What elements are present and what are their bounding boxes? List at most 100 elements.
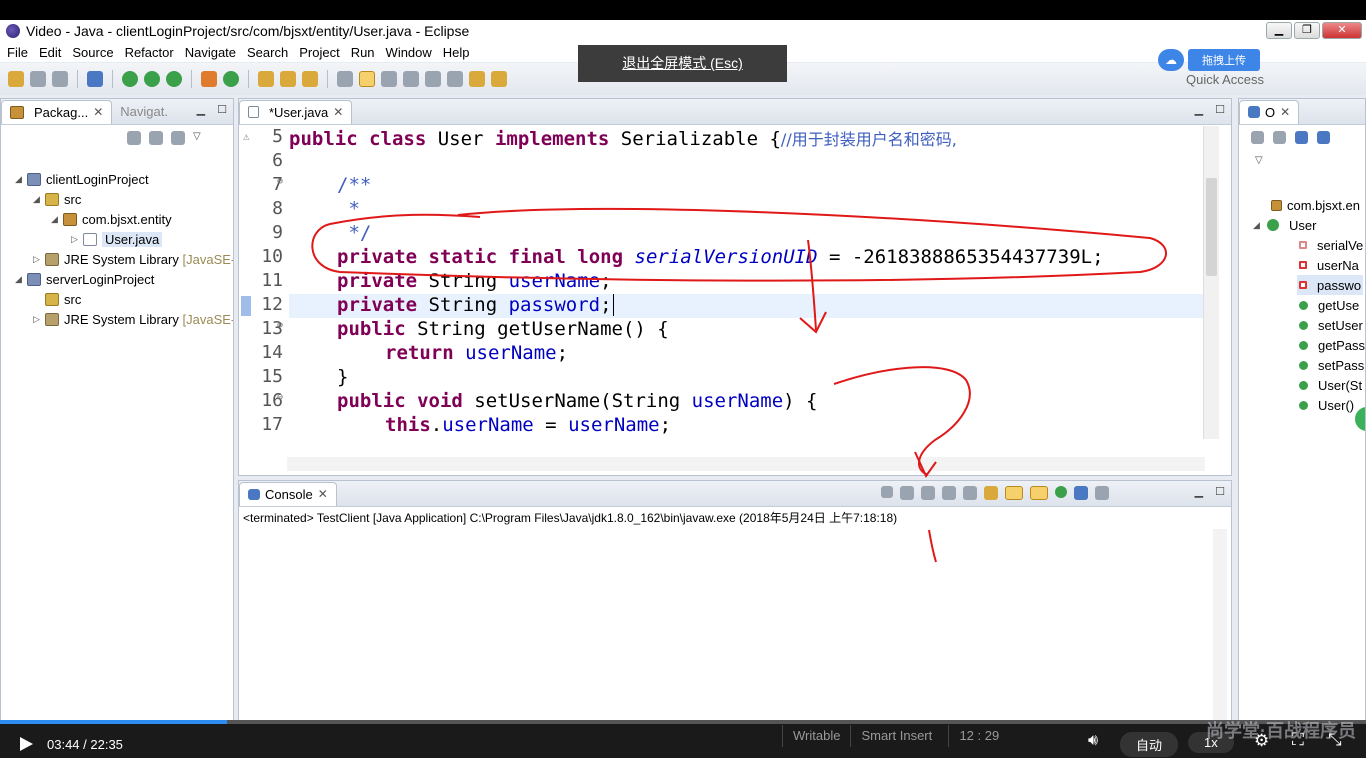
show-stderr-icon[interactable] — [1030, 486, 1048, 500]
tree-item-project[interactable]: ◢ clientLoginProject — [15, 169, 149, 189]
fold-toggle-icon[interactable]: ⊖ — [277, 392, 283, 403]
scroll-lock-icon[interactable] — [963, 486, 977, 500]
sort-icon[interactable] — [1273, 131, 1286, 144]
next-annotation-icon[interactable] — [469, 71, 485, 87]
pin-console-icon[interactable] — [1055, 486, 1067, 498]
prev-annotation-icon[interactable] — [491, 71, 507, 87]
minimize-icon[interactable]: ▁ — [1195, 485, 1203, 498]
tree-item-jre[interactable]: ▷ JRE System Library [JavaSE- — [33, 309, 233, 329]
outline-item-method[interactable]: getPass — [1299, 335, 1365, 355]
new-package-icon[interactable] — [201, 71, 217, 87]
close-icon[interactable]: ✕ — [333, 105, 343, 119]
maximize-icon[interactable]: ☐ — [1215, 103, 1225, 116]
outline-item-class[interactable]: ◢ User — [1253, 215, 1316, 235]
close-icon[interactable]: ✕ — [318, 487, 328, 501]
close-icon[interactable]: ✕ — [1280, 105, 1290, 119]
tab-console[interactable]: Console ✕ — [239, 481, 337, 506]
link-editor-icon[interactable] — [149, 131, 163, 145]
menu-edit[interactable]: Edit — [39, 45, 61, 60]
horizontal-scrollbar[interactable] — [287, 457, 1205, 471]
tree-item-project[interactable]: ◢ serverLoginProject — [15, 269, 154, 289]
tree-item-user-java[interactable]: ▷ User.java — [71, 229, 163, 249]
minimize-icon[interactable]: ▁ — [197, 103, 205, 116]
tree-item-package[interactable]: ◢ com.bjsxt.entity — [51, 209, 172, 229]
tree-item-src[interactable]: ◢ src — [33, 189, 81, 209]
open-console-icon[interactable] — [1095, 486, 1109, 500]
play-icon[interactable] — [20, 737, 33, 751]
outline-item-constructor[interactable]: User() — [1299, 395, 1354, 415]
tab-user-java[interactable]: *User.java ✕ — [239, 99, 353, 124]
outline-item-field[interactable]: passwo — [1297, 275, 1364, 295]
menu-source[interactable]: Source — [72, 45, 113, 60]
show-stdout-icon[interactable] — [1005, 486, 1023, 500]
collapse-all-icon[interactable] — [1251, 131, 1264, 144]
outline-item-field[interactable]: serialVe — [1299, 235, 1363, 255]
exit-fullscreen-notice[interactable]: 退出全屏模式 (Esc) — [578, 45, 787, 82]
remove-launch-icon[interactable] — [900, 486, 914, 500]
quality-button[interactable]: 自动 — [1120, 732, 1179, 757]
menu-file[interactable]: File — [7, 45, 28, 60]
outline-item-method[interactable]: getUse — [1299, 295, 1359, 315]
debug-icon[interactable] — [122, 71, 138, 87]
show-whitespace-icon[interactable] — [425, 71, 441, 87]
code-area[interactable]: 5 6 7 8 9 10 11 12 13 14 15 16 17 ⊖ ⊖ ⊖ … — [239, 126, 1205, 437]
tab-navigator[interactable]: Navigat. — [112, 100, 176, 124]
display-console-icon[interactable] — [1074, 486, 1088, 500]
drag-upload-widget[interactable]: ☁ 拖拽上传 — [1158, 49, 1262, 71]
word-wrap-icon[interactable] — [381, 71, 397, 87]
annotation-icon[interactable] — [337, 71, 353, 87]
tree-item-src[interactable]: src — [45, 289, 81, 309]
terminate-icon[interactable] — [881, 486, 893, 498]
outline-item-method[interactable]: setUser — [1299, 315, 1363, 335]
maximize-icon[interactable]: ☐ — [217, 103, 227, 116]
mark-occurrences-icon[interactable] — [359, 71, 375, 87]
outline-item-method[interactable]: setPass — [1299, 355, 1364, 375]
clear-console-icon[interactable] — [942, 486, 956, 500]
maximize-icon[interactable]: ☐ — [1215, 485, 1225, 498]
menu-search[interactable]: Search — [247, 45, 288, 60]
tab-outline[interactable]: O ✕ — [1239, 99, 1300, 124]
menu-window[interactable]: Window — [386, 45, 432, 60]
save-all-icon[interactable] — [52, 71, 68, 87]
quick-access-field[interactable]: Quick Access — [1186, 72, 1264, 87]
new-icon[interactable] — [8, 71, 24, 87]
minimize-icon[interactable]: ▁ — [1195, 103, 1203, 116]
word-wrap-icon[interactable] — [984, 486, 998, 500]
scrollbar-thumb[interactable] — [1206, 178, 1217, 276]
collapse-all-icon[interactable] — [127, 131, 141, 145]
menu-refactor[interactable]: Refactor — [125, 45, 174, 60]
view-menu-icon[interactable]: ▽ — [193, 131, 201, 145]
open-folder-icon[interactable] — [280, 71, 296, 87]
focus-icon[interactable] — [171, 131, 185, 145]
video-progress-bar[interactable] — [0, 720, 1366, 724]
vertical-scrollbar[interactable] — [1213, 529, 1227, 725]
block-select-icon[interactable] — [403, 71, 419, 87]
console-output[interactable] — [239, 529, 1217, 725]
fold-toggle-icon[interactable]: ⊖ — [277, 320, 283, 331]
skip-breakpoints-icon[interactable] — [87, 71, 103, 87]
outline-item-field[interactable]: userNa — [1299, 255, 1359, 275]
minimize-icon[interactable]: ▁ — [1266, 22, 1292, 39]
tab-package-explorer[interactable]: Packag... ✕ — [1, 99, 113, 124]
view-menu-icon[interactable]: ▽ — [1255, 155, 1263, 166]
search-icon[interactable] — [302, 71, 318, 87]
menu-project[interactable]: Project — [299, 45, 339, 60]
outline-item-constructor[interactable]: User(St — [1299, 375, 1362, 395]
close-icon[interactable]: ✕ — [1322, 22, 1362, 39]
close-icon[interactable]: ✕ — [93, 105, 103, 119]
restore-icon[interactable]: ❐ — [1294, 22, 1320, 39]
run-external-icon[interactable] — [166, 71, 182, 87]
menu-run[interactable]: Run — [351, 45, 375, 60]
remove-all-icon[interactable] — [921, 486, 935, 500]
outline-item-package[interactable]: com.bjsxt.en — [1271, 195, 1360, 215]
volume-icon[interactable]: 🔊︎ — [1088, 732, 1098, 750]
save-icon[interactable] — [30, 71, 46, 87]
fold-toggle-icon[interactable]: ⊖ — [277, 176, 283, 187]
vertical-scrollbar[interactable] — [1203, 126, 1219, 439]
tree-item-jre[interactable]: ▷ JRE System Library [JavaSE- — [33, 249, 233, 269]
menu-navigate[interactable]: Navigate — [185, 45, 236, 60]
new-class-icon[interactable] — [223, 71, 239, 87]
open-type-icon[interactable] — [258, 71, 274, 87]
run-icon[interactable] — [144, 71, 160, 87]
floating-badge-icon[interactable] — [1353, 405, 1365, 433]
